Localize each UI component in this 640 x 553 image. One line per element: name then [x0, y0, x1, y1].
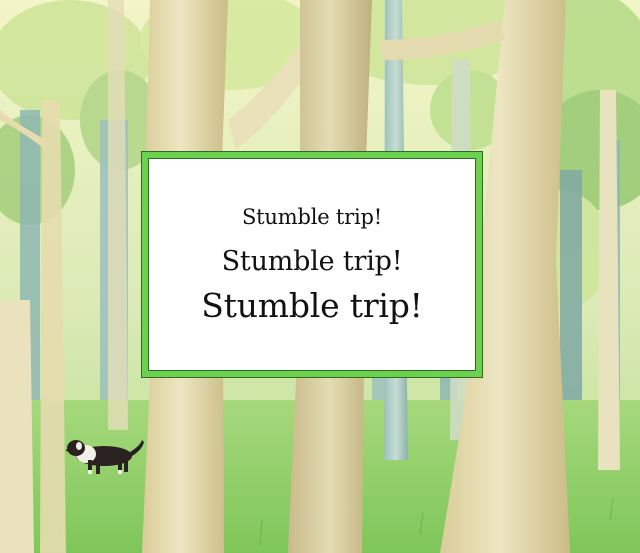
story-line-medium: Stumble trip!	[221, 246, 403, 277]
text-card: Stumble trip! Stumble trip! Stumble trip…	[141, 151, 483, 378]
story-line-small: Stumble trip!	[241, 205, 382, 229]
story-line-large: Stumble trip!	[201, 286, 423, 325]
book-page: Stumble trip! Stumble trip! Stumble trip…	[0, 0, 640, 553]
